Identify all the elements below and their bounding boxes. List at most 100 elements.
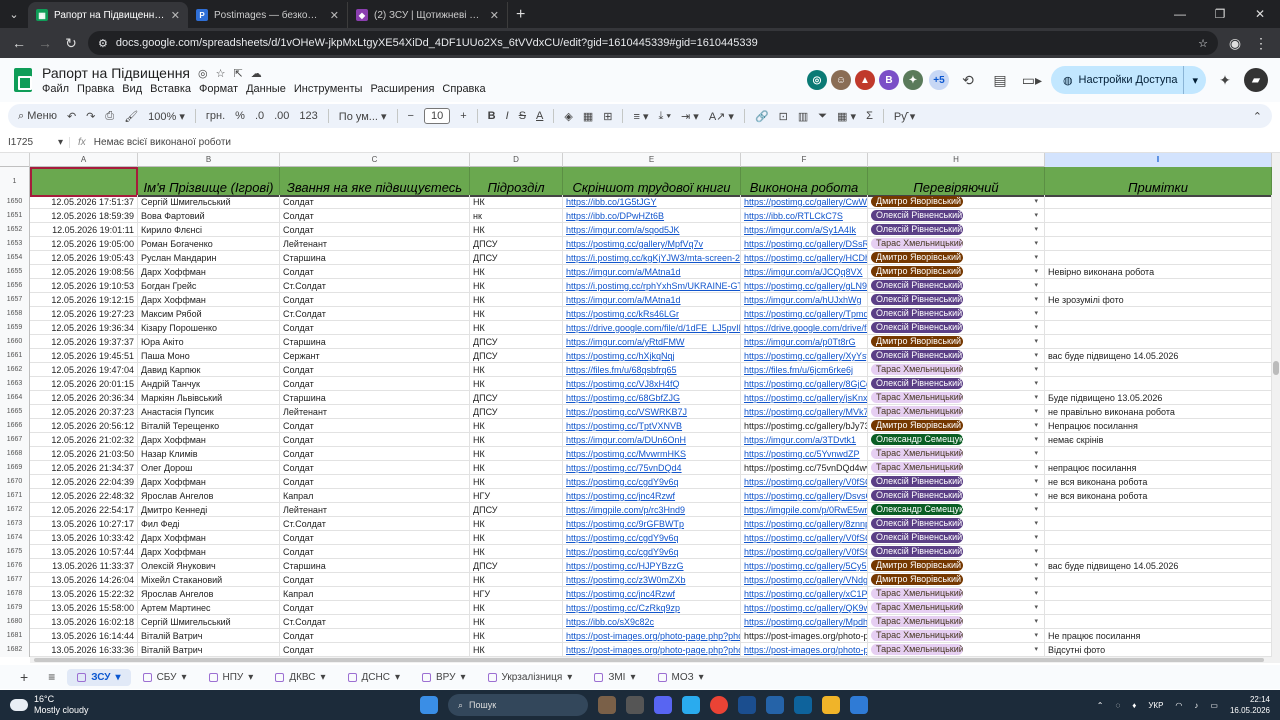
cell-c[interactable]: Солдат [280, 293, 470, 307]
row-number[interactable]: 1662 [0, 363, 30, 377]
chip-dropdown-icon[interactable]: ▾ [1034, 293, 1038, 307]
cell-c[interactable]: Старшина [280, 335, 470, 349]
name-box[interactable]: I1725 ▾ [0, 137, 70, 148]
collaborator-avatar[interactable]: B [878, 70, 899, 90]
reviewer-chip[interactable]: Тарас Хмельницький [871, 462, 963, 473]
cell-d[interactable]: НК [470, 265, 563, 279]
sheet-tab[interactable]: НПУ ▾ [199, 669, 264, 686]
cell-h[interactable]: Олексій Рівненський ▾ [868, 531, 1045, 545]
wifi-icon[interactable]: ◠ [1175, 701, 1182, 710]
cell-c[interactable]: Солдат [280, 447, 470, 461]
cell-h[interactable]: Олексій Рівненський ▾ [868, 321, 1045, 335]
zoom-select[interactable]: 100% ▾ [148, 110, 185, 123]
cell-e[interactable]: https://imgur.com/a/sqod5JK [563, 223, 741, 237]
cell-d[interactable]: НК [470, 447, 563, 461]
browser-tab[interactable]: ▦ Рапорт на Підвищення - Goog ✕ [28, 2, 188, 28]
input-tools-icon[interactable]: Pƴ ▾ [894, 110, 915, 123]
sheet-tab[interactable]: СБУ ▾ [133, 669, 197, 686]
cell-d[interactable]: НК [470, 517, 563, 531]
cell-i[interactable] [1045, 363, 1272, 377]
row-number[interactable]: 1 [0, 167, 30, 197]
share-dropdown-icon[interactable]: ▾ [1183, 66, 1206, 94]
sheet-tab[interactable]: ДКВС ▾ [265, 669, 335, 686]
chip-dropdown-icon[interactable]: ▾ [1034, 475, 1038, 489]
row-number[interactable]: 1672 [0, 503, 30, 517]
scroll-thumb[interactable] [34, 658, 1264, 662]
column-header-f[interactable]: F [741, 153, 868, 167]
cell-i[interactable]: Непрацює посилання [1045, 419, 1272, 433]
cell-b[interactable]: Дарх Хоффман [138, 531, 280, 545]
close-tab-icon[interactable]: ✕ [490, 9, 499, 22]
cell-b[interactable]: Ярослав Ангелов [138, 587, 280, 601]
cell-h[interactable]: Дмитро Яворівський ▾ [868, 419, 1045, 433]
cell-d[interactable]: НК [470, 307, 563, 321]
horizontal-align-icon[interactable]: ≡ ▾ [633, 110, 648, 123]
cell-b[interactable]: Анастасія Пупсик [138, 405, 280, 419]
cell-i[interactable]: немає скрінів [1045, 433, 1272, 447]
back-icon[interactable]: ← [10, 35, 28, 51]
cell-c[interactable]: Солдат [280, 433, 470, 447]
all-sheets-icon[interactable]: ≡ [40, 670, 63, 684]
cell-c[interactable]: Ст.Солдат [280, 307, 470, 321]
redo-icon[interactable]: ↷ [86, 110, 95, 123]
column-header-d[interactable]: D [470, 153, 563, 167]
formula-input[interactable]: Немає всієї виконаної роботи [94, 137, 231, 148]
reviewer-chip[interactable]: Олексій Рівненський [871, 210, 963, 221]
sheet-tab[interactable]: ДСНС ▾ [338, 669, 410, 686]
chip-dropdown-icon[interactable]: ▾ [1034, 223, 1038, 237]
chevron-down-icon[interactable]: ▾ [460, 672, 465, 683]
cell-f[interactable]: https://postimg.cc/gallery/jsKnxV [741, 391, 868, 405]
cell-b[interactable]: Дарх Хоффман [138, 265, 280, 279]
cell-h[interactable]: Дмитро Яворівський ▾ [868, 251, 1045, 265]
insert-comment-icon[interactable]: ⊡ [779, 110, 788, 123]
row-number[interactable]: 1668 [0, 447, 30, 461]
cell-f[interactable]: https://postimg.cc/gallery/V0fSC [741, 531, 868, 545]
reviewer-chip[interactable]: Олександр Семещук [871, 434, 963, 445]
minimize-icon[interactable]: — [1160, 0, 1200, 28]
app-icon[interactable] [794, 696, 812, 714]
cell-d[interactable]: НК [470, 293, 563, 307]
cell-b[interactable]: Сергій Шмигельський [138, 195, 280, 209]
cell-a[interactable]: 13.05.2026 10:33:42 [30, 531, 138, 545]
cell-i[interactable]: не правільно виконана робота [1045, 405, 1272, 419]
cell-d[interactable]: НК [470, 321, 563, 335]
chip-dropdown-icon[interactable]: ▾ [1034, 391, 1038, 405]
cell-d[interactable]: НК [470, 475, 563, 489]
cell-c[interactable]: Солдат [280, 209, 470, 223]
scroll-thumb[interactable] [1273, 361, 1279, 375]
menu-search[interactable]: ⌕ Меню [18, 110, 57, 123]
cell-a[interactable]: 12.05.2026 20:37:23 [30, 405, 138, 419]
text-wrap-icon[interactable]: ⇥ ▾ [681, 110, 699, 123]
cell-b[interactable]: Міхейл Стакановий [138, 573, 280, 587]
cell-a[interactable]: 12.05.2026 22:04:39 [30, 475, 138, 489]
cell-f[interactable]: https://imgur.com/a/Sy1A4Ik [741, 223, 868, 237]
reviewer-chip[interactable]: Тарас Хмельницький [871, 392, 963, 403]
cell-c[interactable]: Солдат [280, 475, 470, 489]
percent-format-button[interactable]: % [235, 110, 245, 122]
chip-dropdown-icon[interactable]: ▾ [1034, 503, 1038, 517]
cell-e[interactable]: https://postimg.cc/VJ8xH4fQ [563, 377, 741, 391]
row-number[interactable]: 1651 [0, 209, 30, 223]
cell-i[interactable] [1045, 447, 1272, 461]
cell-e[interactable]: https://postimg.cc/kRs46LGr [563, 307, 741, 321]
cell-h[interactable]: Олексій Рівненський ▾ [868, 489, 1045, 503]
cell-b[interactable]: Максим Рябой [138, 307, 280, 321]
print-icon[interactable]: ⎙ [105, 110, 114, 123]
reviewer-chip[interactable]: Дмитро Яворівський [871, 252, 963, 263]
cell-i[interactable]: не вся виконана робота [1045, 489, 1272, 503]
reviewer-chip[interactable]: Олексій Рівненський [871, 280, 963, 291]
cell-f[interactable]: https://ibb.co/RTLCkC7S [741, 209, 868, 223]
cell-a[interactable]: 12.05.2026 19:01:11 [30, 223, 138, 237]
cell-d[interactable]: НК [470, 461, 563, 475]
cell-c[interactable]: Старшина [280, 391, 470, 405]
font-size-increase-icon[interactable]: + [460, 110, 466, 122]
cell-h[interactable]: Тарас Хмельницький ▾ [868, 363, 1045, 377]
cell-b[interactable]: Віталій Терещенко [138, 419, 280, 433]
cell-d[interactable]: НГУ [470, 489, 563, 503]
cell-d[interactable]: НК [470, 545, 563, 559]
cell-c[interactable]: Солдат [280, 195, 470, 209]
row-number[interactable]: 1658 [0, 307, 30, 321]
cell-c[interactable]: Лейтенант [280, 503, 470, 517]
cell-i[interactable]: непрацює посилання [1045, 461, 1272, 475]
cell-c[interactable]: Капрал [280, 489, 470, 503]
